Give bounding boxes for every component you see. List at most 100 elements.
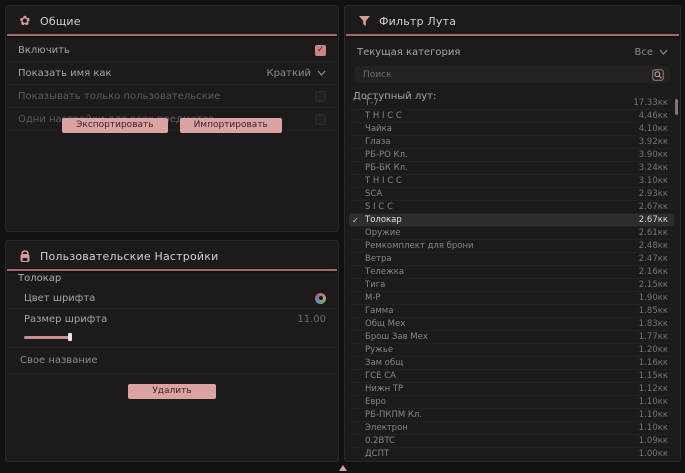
loot-item-name: Брош Зав Мех <box>365 332 639 342</box>
loot-item-row[interactable]: ДСПТ1.00кк <box>349 448 674 457</box>
general-panel-title: Общие <box>40 15 81 28</box>
enable-row: Включить✓ <box>6 39 338 62</box>
loot-item-price: 2.93кк <box>639 189 668 199</box>
loot-item-row[interactable]: Нижн ТР1.12кк <box>349 383 674 396</box>
header-divider <box>346 34 679 36</box>
font-color-label: Цвет шрифта <box>24 293 95 304</box>
slider-thumb[interactable] <box>68 333 72 341</box>
loot-item-name: SCA <box>365 189 639 199</box>
loot-item-price: 3.92кк <box>639 137 668 147</box>
loot-item-price: 1.10кк <box>639 397 668 407</box>
custom-name-row <box>6 348 338 374</box>
font-size-slider[interactable] <box>24 333 324 341</box>
backpack-icon <box>18 249 32 263</box>
loot-item-row[interactable]: Гамма1.85кк <box>349 305 674 318</box>
loot-item-price: 2.61кк <box>639 228 668 238</box>
general-panel-header: ✿ Общие <box>6 6 338 34</box>
loot-item-row[interactable]: Ветра2.47кк <box>349 253 674 266</box>
export-button[interactable]: Экспортировать <box>62 118 167 133</box>
loot-item-row[interactable]: T H I C C3.10кк <box>349 175 674 188</box>
loot-item-row[interactable]: РБ-РО Кл.3.90кк <box>349 149 674 162</box>
loot-item-row[interactable]: T H I C C4.46кк <box>349 110 674 123</box>
user-settings-header: Пользовательские Настройки <box>6 241 338 269</box>
enable-checkbox[interactable]: ✓ <box>315 45 326 56</box>
loot-item-row[interactable]: Общ Мех1.83кк <box>349 318 674 331</box>
loot-item-name: Евро <box>365 397 639 407</box>
loot-item-name: S I C C <box>365 202 639 212</box>
loot-item-name: Толокар <box>365 215 633 225</box>
category-select[interactable]: Все <box>634 47 668 58</box>
loot-item-price: 1.12кк <box>639 384 668 394</box>
loot-item-price: 1.20кк <box>639 345 668 355</box>
export-import-row: Экспортировать Импортировать <box>6 118 338 133</box>
import-button[interactable]: Импортировать <box>180 118 282 133</box>
loot-item-name: T H I C C <box>365 176 639 186</box>
loot-item-row[interactable]: Электрон1.10кк <box>349 422 674 435</box>
search-box <box>355 66 670 83</box>
gear-icon: ✿ <box>18 14 32 28</box>
loot-item-price: 1.16кк <box>639 358 668 368</box>
collapse-handle-icon[interactable] <box>339 465 347 471</box>
loot-item-row[interactable]: Ремкомплект для брони2.48кк <box>349 240 674 253</box>
loot-item-price: 1.10кк <box>639 410 668 420</box>
font-size-label: Размер шрифта <box>24 314 107 325</box>
display-name-as-value: Краткий <box>267 68 311 79</box>
loot-item-row[interactable]: SCA2.93кк <box>349 188 674 201</box>
only-custom-row: Показывать только пользовательские <box>6 85 338 108</box>
loot-item-price: 4.46кк <box>639 111 668 121</box>
loot-item-row[interactable]: Ружье1.20кк <box>349 344 674 357</box>
loot-item-name: РБ-ПКПМ Кл. <box>365 410 639 420</box>
loot-item-row[interactable]: 0.2BTC1.09кк <box>349 435 674 448</box>
delete-button[interactable]: Удалить <box>128 384 215 399</box>
loot-item-row[interactable]: Евро1.10кк <box>349 396 674 409</box>
loot-item-row[interactable]: Брош Зав Мех1.77кк <box>349 331 674 344</box>
search-input[interactable] <box>361 69 625 81</box>
display-name-as-row: Показать имя как Краткий <box>6 62 338 85</box>
custom-name-input[interactable] <box>18 354 326 367</box>
loot-item-price: 1.90кк <box>639 293 668 303</box>
loot-item-row[interactable]: Глаза3.92кк <box>349 136 674 149</box>
loot-item-row[interactable]: Зам общ1.16кк <box>349 357 674 370</box>
loot-item-name: Чайка <box>365 124 639 134</box>
loot-item-name: ГСЕ СА <box>365 371 639 381</box>
loot-item-row[interactable]: ГСЕ СА1.15кк <box>349 370 674 383</box>
loot-item-name: T H I C C <box>365 111 639 121</box>
user-settings-body: Толокар Цвет шрифта Размер шрифта 11.00 … <box>6 267 338 399</box>
header-divider <box>7 34 337 36</box>
loot-item-row[interactable]: Т-717.33кк <box>349 97 674 110</box>
search-icon[interactable] <box>652 69 664 81</box>
loot-item-name: Ветра <box>365 254 639 264</box>
loot-item-row[interactable]: ✓Толокар2.67кк <box>349 214 674 227</box>
color-picker-icon[interactable] <box>315 293 326 304</box>
display-name-as-select[interactable]: Краткий <box>267 68 326 79</box>
loot-item-row[interactable]: М-Р1.90кк <box>349 292 674 305</box>
loot-filter-header: Фильтр Лута <box>345 6 680 34</box>
loot-item-price: 2.48кк <box>639 241 668 251</box>
user-settings-panel: Пользовательские Настройки Толокар Цвет … <box>5 240 339 462</box>
loot-item-price: 2.67кк <box>639 202 668 212</box>
loot-item-row[interactable]: Чайка4.10кк <box>349 123 674 136</box>
loot-item-name: Тележка <box>365 267 639 277</box>
loot-item-name: Тига <box>365 280 639 290</box>
loot-item-name: РБ-РО Кл. <box>365 150 639 160</box>
loot-item-row[interactable]: Тига2.15кк <box>349 279 674 292</box>
loot-item-row[interactable]: РБ-ПКПМ Кл.1.10кк <box>349 409 674 422</box>
loot-item-row[interactable]: Оружие2.61кк <box>349 227 674 240</box>
loot-item-row[interactable]: Тележка2.16кк <box>349 266 674 279</box>
only-custom-checkbox[interactable] <box>315 91 326 102</box>
loot-item-row[interactable]: S I C C2.67кк <box>349 201 674 214</box>
loot-item-price: 1.10кк <box>639 423 668 433</box>
scrollbar-thumb[interactable] <box>675 99 678 115</box>
loot-item-price: 1.77кк <box>639 332 668 342</box>
category-label: Текущая категория <box>357 47 460 58</box>
loot-item-price: 1.09кк <box>639 436 668 446</box>
loot-item-row[interactable]: РБ-БК Кл.3.24кк <box>349 162 674 175</box>
category-value: Все <box>634 47 653 58</box>
display-name-as-label: Показать имя как <box>18 68 112 79</box>
loot-item-name: Нижн ТР <box>365 384 639 394</box>
chevron-down-icon <box>317 70 326 76</box>
font-size-value: 11.00 <box>297 314 326 325</box>
chevron-down-icon <box>659 49 668 55</box>
check-icon: ✓ <box>352 214 359 227</box>
loot-item-price: 2.16кк <box>639 267 668 277</box>
